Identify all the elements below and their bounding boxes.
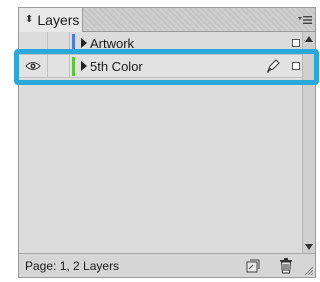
expand-arrow-icon[interactable]: [81, 38, 87, 48]
layer-row-artwork[interactable]: Artwork: [19, 32, 303, 55]
scroll-up-icon[interactable]: [305, 36, 313, 42]
expand-arrow-icon[interactable]: [81, 61, 87, 71]
resize-grip-icon[interactable]: [303, 265, 313, 275]
tab-layers[interactable]: ⬍ Layers: [19, 8, 83, 32]
layer-name: 5th Color: [90, 59, 143, 74]
lock-toggle[interactable]: [48, 32, 70, 54]
trash-icon[interactable]: [278, 257, 294, 275]
layer-color-swatch: [72, 57, 75, 76]
layer-select-box[interactable]: [292, 62, 300, 70]
layers-panel: ⬍ Layers Artwork 5th Color Page: 1, 2 La…: [18, 7, 316, 278]
scrollbar[interactable]: [302, 32, 315, 254]
eye-icon: [25, 62, 41, 70]
pen-icon: [267, 59, 280, 73]
panel-menu-icon[interactable]: [297, 13, 313, 27]
status-text: Page: 1, 2 Layers: [25, 259, 120, 273]
layer-name: Artwork: [90, 36, 135, 51]
visibility-toggle[interactable]: [19, 55, 48, 77]
scroll-down-icon[interactable]: [305, 244, 313, 250]
visibility-toggle[interactable]: [19, 32, 48, 54]
tab-title: Layers: [37, 12, 80, 28]
layers-list: Artwork 5th Color: [19, 32, 303, 254]
status-bar: Page: 1, 2 Layers: [19, 253, 315, 277]
layer-color-swatch: [72, 34, 75, 53]
layer-row-5th-color[interactable]: 5th Color: [19, 55, 303, 78]
lock-toggle[interactable]: [48, 55, 70, 77]
panel-tab-bar: ⬍ Layers: [19, 8, 315, 32]
new-layer-icon[interactable]: [245, 258, 261, 274]
up-down-arrows-icon: ⬍: [25, 14, 34, 25]
layer-select-box[interactable]: [292, 39, 300, 47]
